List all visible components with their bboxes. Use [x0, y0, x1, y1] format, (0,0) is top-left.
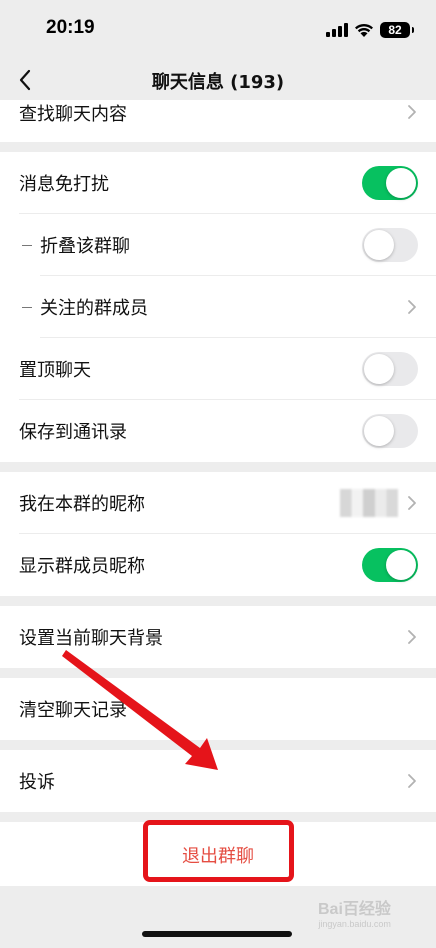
row-label: 我在本群的昵称	[19, 494, 145, 515]
toggle-knob	[386, 168, 416, 198]
row-label: 显示群成员昵称	[19, 556, 145, 577]
wifi-icon	[355, 23, 373, 37]
group-background: 设置当前聊天背景	[0, 606, 436, 668]
save-contacts-toggle[interactable]	[362, 414, 418, 448]
chevron-right-icon	[408, 774, 416, 788]
toggle-knob	[364, 230, 394, 260]
mute-toggle[interactable]	[362, 166, 418, 200]
signal-icon	[326, 23, 348, 37]
row-complain[interactable]: 投诉	[0, 750, 436, 812]
watermark: Bai百经验 jingyan.baidu.com	[318, 895, 391, 929]
battery-icon: 82	[380, 22, 414, 38]
group-notifications: 消息免打扰 折叠该群聊 关注的群成员 置顶聊天 保存到通讯录	[0, 152, 436, 462]
row-watched-members[interactable]: 关注的群成员	[0, 276, 436, 338]
dash-icon	[22, 306, 32, 308]
row-label: 查找聊天内容	[19, 104, 127, 125]
section-gap	[0, 596, 436, 606]
section-gap	[0, 142, 436, 152]
row-label: 消息免打扰	[19, 174, 109, 195]
row-show-nicknames: 显示群成员昵称	[0, 534, 436, 596]
settings-list: 查找聊天内容 消息免打扰 折叠该群聊 关注的群成员 置顶聊天 保存到通讯录 我在…	[0, 100, 436, 886]
page-title: 聊天信息 (193)	[151, 72, 285, 93]
fold-group-toggle[interactable]	[362, 228, 418, 262]
group-nickname: 我在本群的昵称 显示群成员昵称	[0, 472, 436, 596]
watermark-url: jingyan.baidu.com	[318, 919, 391, 929]
row-label: 保存到通讯录	[19, 422, 127, 443]
dash-icon	[22, 244, 32, 246]
section-gap	[0, 668, 436, 678]
group-complain: 投诉	[0, 750, 436, 812]
home-indicator	[142, 931, 292, 937]
row-label: 置顶聊天	[19, 360, 91, 381]
row-set-background[interactable]: 设置当前聊天背景	[0, 606, 436, 668]
blurred-nickname	[340, 489, 398, 517]
row-my-nickname[interactable]: 我在本群的昵称	[0, 472, 436, 534]
group-search: 查找聊天内容	[0, 100, 436, 142]
toggle-knob	[386, 550, 416, 580]
nav-bar: 聊天信息 (193)	[0, 60, 436, 100]
pin-chat-toggle[interactable]	[362, 352, 418, 386]
row-save-contacts: 保存到通讯录	[0, 400, 436, 462]
group-clear: 清空聊天记录	[0, 678, 436, 740]
row-mute: 消息免打扰	[0, 152, 436, 214]
row-label: 投诉	[19, 772, 55, 793]
chevron-right-icon	[408, 496, 416, 510]
row-label: 折叠该群聊	[40, 236, 130, 257]
show-nicknames-toggle[interactable]	[362, 548, 418, 582]
section-gap	[0, 740, 436, 750]
row-clear-history[interactable]: 清空聊天记录	[0, 678, 436, 740]
chevron-right-icon	[408, 300, 416, 314]
row-label: 关注的群成员	[40, 298, 148, 319]
row-pin-chat: 置顶聊天	[0, 338, 436, 400]
toggle-knob	[364, 416, 394, 446]
row-label: 设置当前聊天背景	[19, 628, 163, 649]
row-find-chat-content[interactable]: 查找聊天内容	[0, 100, 436, 142]
chevron-right-icon	[408, 630, 416, 644]
row-label: 清空聊天记录	[19, 700, 127, 721]
status-icons: 82	[326, 20, 414, 40]
watermark-brand: Bai百经验	[318, 901, 391, 918]
annotation-highlight-box	[143, 820, 294, 882]
row-fold-group: 折叠该群聊	[0, 214, 436, 276]
status-time: 20:19	[46, 17, 95, 38]
toggle-knob	[364, 354, 394, 384]
section-gap	[0, 462, 436, 472]
status-bar: 20:19 82	[0, 0, 436, 60]
chevron-right-icon	[408, 105, 416, 119]
